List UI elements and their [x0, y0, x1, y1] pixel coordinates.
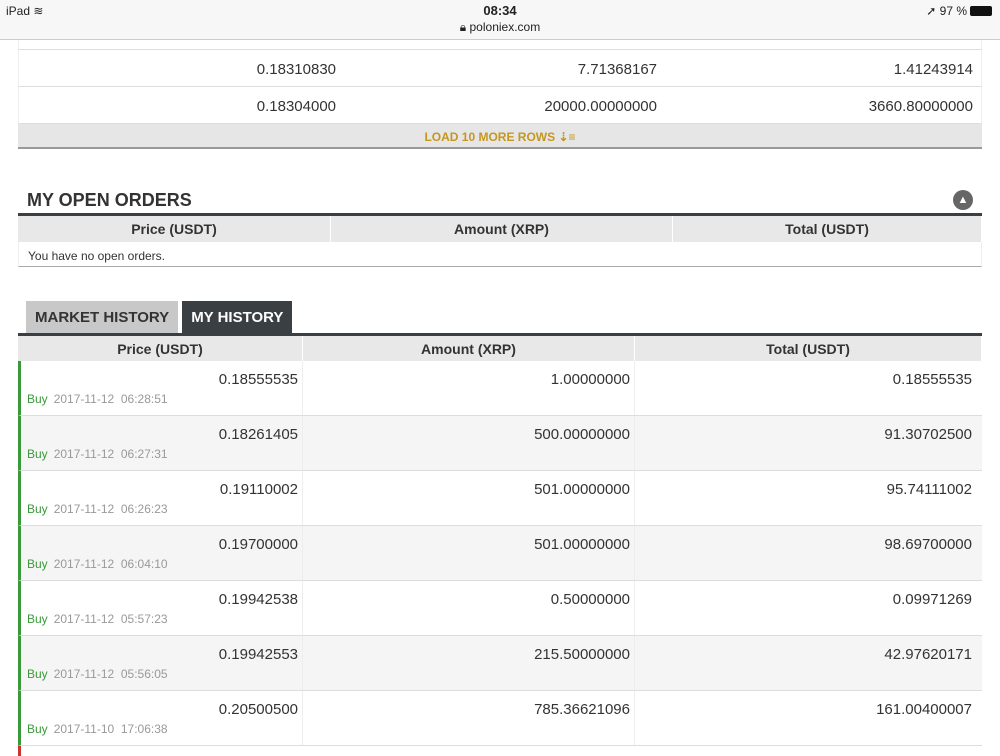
location-icon: ➚ [926, 4, 937, 18]
column-header: Total (USDT) [673, 216, 982, 242]
trade-meta: Buy 2017-11-12 05:57:23 [27, 612, 168, 626]
column-header: Amount (XRP) [331, 216, 673, 242]
amount: 215.50000000 [303, 636, 635, 690]
my-history-table: Price (USDT) Amount (XRP) Total (USDT) 0.1… [18, 333, 982, 756]
trade-type: Buy [27, 612, 48, 626]
trade-date: 2017-11-12 06:26:23 [53, 502, 168, 516]
trade-date: 2017-11-10 17:06:38 [53, 722, 168, 736]
table-row[interactable]: 0.18304000 20000.00000000 3660.80000000 [18, 87, 982, 124]
url-bar[interactable]: 🔒︎ poloniex.com [0, 20, 1000, 35]
trade-meta: Buy 2017-11-12 06:28:51 [27, 392, 168, 406]
amount: 501.00000000 [303, 471, 635, 525]
trade-type: Buy [27, 502, 48, 516]
open-orders-table: Price (USDT) Amount (XRP) Total (USDT) You… [18, 213, 982, 267]
trade-type: Buy [27, 392, 48, 406]
tab-my-history[interactable]: MY HISTORY [182, 301, 293, 334]
column-header: Amount (XRP) [303, 336, 635, 361]
price: 0.18555535 [21, 361, 303, 415]
trade-date: 2017-11-12 06:27:31 [53, 447, 168, 461]
price: 0.18261405 [21, 416, 303, 470]
price: 0.19942538 [21, 581, 303, 635]
column-header: Price (USDT) [18, 216, 331, 242]
amount: 0.50000000 [303, 581, 635, 635]
column-header: Total (USDT) [635, 336, 982, 361]
total: 1.41243914 [893, 61, 973, 78]
clock: 08:34 [483, 3, 517, 18]
trade-meta: Buy 2017-11-12 06:26:23 [27, 502, 168, 516]
price: 0.18310830 [256, 61, 336, 78]
amount: 501.00000000 [303, 526, 635, 580]
total: 3660.80000000 [868, 98, 973, 115]
price: 0.19700000 [21, 526, 303, 580]
total: 98.69700000 [884, 536, 972, 553]
total: 0.09971269 [892, 591, 972, 608]
history-row[interactable]: 0.20500500 785.36621096 161.00400007 Buy 201… [18, 691, 982, 746]
sell-orders-table: 0.18310830 7.71368167 1.41243914 0.1830400… [18, 40, 982, 149]
total: 91.30702500 [884, 426, 972, 443]
trade-type: Buy [27, 722, 48, 736]
trade-meta: Buy 2017-11-12 05:56:05 [27, 667, 168, 681]
battery-status: ➚ 97 % [926, 4, 992, 18]
table-row[interactable]: 0.18310830 7.71368167 1.41243914 [18, 50, 982, 87]
price: 0.19942553 [21, 636, 303, 690]
trade-meta: Buy 2017-11-10 17:06:38 [27, 722, 168, 736]
trade-meta: Buy 2017-11-12 06:27:31 [27, 447, 168, 461]
amount: 20000.00000000 [544, 98, 657, 115]
amount: 500.00000000 [303, 416, 635, 470]
amount: 7.71368167 [577, 61, 657, 78]
load-more-button[interactable]: LOAD 10 MORE ROWS ⇣≡ [18, 124, 982, 149]
price: 0.20500500 [21, 691, 303, 745]
amount: 785.36621096 [303, 691, 635, 745]
history-row[interactable]: 0.19700000 501.00000000 98.69700000 Buy 2017… [18, 526, 982, 581]
amount: 1.00000000 [303, 361, 635, 415]
lock-icon: 🔒︎ [459, 20, 467, 34]
collapse-chevron-up-icon[interactable]: ▲ [953, 190, 973, 210]
history-row[interactable]: 0.18555535 1.00000000 0.18555535 Buy 2017-11… [18, 361, 982, 416]
history-row[interactable]: 0.18261405 500.00000000 91.30702500 Buy 2017… [18, 416, 982, 471]
trade-meta: Buy 2017-11-12 06:04:10 [27, 557, 168, 571]
total: 42.97620171 [884, 646, 972, 663]
open-orders-title: MY OPEN ORDERS [27, 190, 192, 210]
column-header: Price (USDT) [18, 336, 303, 361]
trade-date: 2017-11-12 05:56:05 [53, 667, 168, 681]
sort-icon: ⇣≡ [558, 130, 576, 144]
battery-icon [970, 6, 992, 16]
price: 0.18304000 [256, 98, 336, 115]
trade-type: Buy [27, 447, 48, 461]
history-row[interactable]: 0.19110002 501.00000000 95.74111002 Buy 2017… [18, 471, 982, 526]
trade-type: Buy [27, 557, 48, 571]
history-tabs: MARKET HISTORY MY HISTORY [26, 301, 296, 334]
price: 0.19110002 [21, 471, 303, 525]
trade-date: 2017-11-12 05:57:23 [53, 612, 168, 626]
history-row[interactable]: 0.19942538 0.50000000 0.09971269 Buy 2017-11… [18, 581, 982, 636]
empty-message: You have no open orders. [18, 242, 982, 267]
history-row[interactable]: 0.19942553 215.50000000 42.97620171 Buy 2017… [18, 636, 982, 691]
status-bar: iPad ≋ 08:34 🔒︎ poloniex.com ➚ 97 % [0, 0, 1000, 40]
trade-date: 2017-11-12 06:04:10 [53, 557, 168, 571]
tab-market-history[interactable]: MARKET HISTORY [26, 301, 179, 334]
total: 161.00400007 [876, 701, 972, 718]
total: 95.74111002 [886, 481, 972, 498]
trade-type: Buy [27, 667, 48, 681]
total: 0.18555535 [892, 371, 972, 388]
trade-date: 2017-11-12 06:28:51 [53, 392, 168, 406]
